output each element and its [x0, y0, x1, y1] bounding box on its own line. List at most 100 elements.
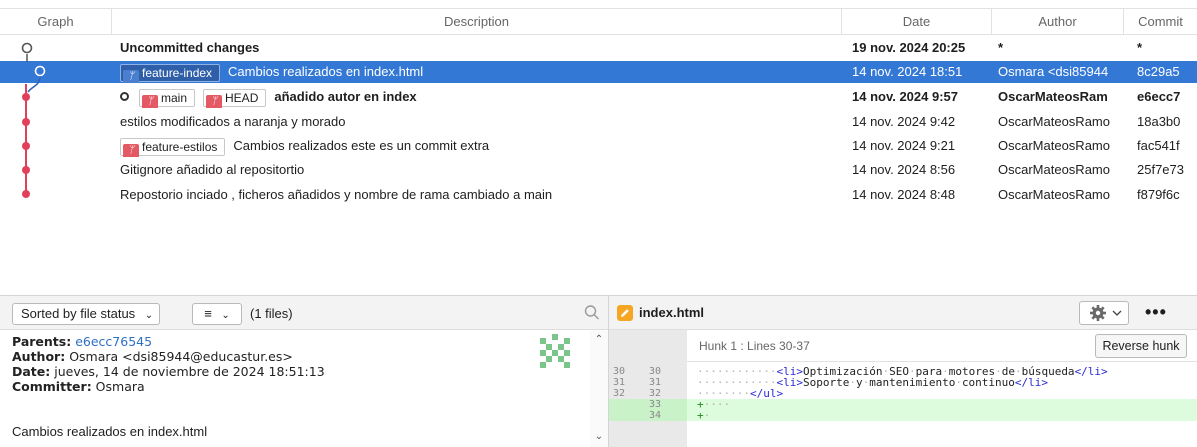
commit-author-cell: OscarMateosRamo [998, 162, 1110, 177]
commit-author-cell: Osmara <dsi85944 [998, 64, 1109, 79]
scroll-down-icon[interactable]: ⌄ [590, 431, 608, 442]
reverse-hunk-button[interactable]: Reverse hunk [1095, 334, 1187, 358]
commit-hash-cell: * [1137, 40, 1143, 55]
old-line-number: 30 [613, 366, 626, 377]
commit-description-cell: estilos modificados a naranja y morado [120, 111, 830, 133]
commit-message-text: Cambios realizados este es un commit ext… [233, 138, 490, 153]
commit-description-cell: Gitignore añadido al repositortio [120, 159, 830, 181]
branch-tag[interactable]: ᛘ feature-index [120, 63, 221, 83]
head-indicator-icon [120, 92, 129, 101]
commit-row[interactable]: Gitignore añadido al repositortio 14 nov.… [0, 159, 1197, 181]
details-scrollbar[interactable]: ⌃ ⌄ [590, 330, 608, 447]
commit-author-cell: OscarMateosRamo [998, 187, 1110, 202]
new-line-number: 30 [649, 366, 662, 377]
commit-hash-cell: 18a3b0 [1137, 114, 1181, 129]
commit-author-cell: OscarMateosRam [998, 89, 1108, 104]
graph-node [22, 166, 30, 174]
commit-author-cell: OscarMateosRamo [998, 138, 1110, 153]
date-value: jueves, 14 de noviembre de 2024 18:51:13 [54, 364, 325, 379]
commit-row[interactable]: ᛘ feature-index Cambios realizados en inde… [0, 61, 1197, 83]
commit-message-text: añadido autor en index [274, 89, 417, 104]
commit-row[interactable]: Repostorio inciado , ficheros añadidos y… [0, 184, 1197, 206]
list-icon: ≡ [204, 306, 212, 321]
diff-gutter [609, 410, 687, 421]
gear-icon [1090, 305, 1106, 321]
search-icon[interactable] [584, 304, 600, 322]
graph-node [34, 65, 46, 77]
view-mode-dropdown[interactable]: ≡ ⌄ [192, 303, 242, 325]
graph-node [21, 42, 33, 54]
author-value: Osmara <dsi85944@educastur.es> [69, 349, 293, 364]
branch-tag-label: HEAD [225, 90, 259, 105]
diff-options-button[interactable] [1079, 301, 1129, 325]
graph-node [22, 190, 30, 198]
commit-message: Cambios realizados en index.html [12, 424, 208, 439]
graph-edge [27, 75, 41, 93]
commit-date-cell: 14 nov. 2024 9:57 [852, 89, 958, 104]
branch-tag-label: feature-estilos [142, 139, 218, 154]
diff-file-name: index.html [639, 305, 705, 320]
commit-date-cell: 14 nov. 2024 18:51 [852, 64, 963, 79]
column-header-author[interactable]: Author [992, 9, 1124, 35]
new-line-number: 32 [649, 388, 662, 399]
commit-hash-cell: e6ecc7 [1137, 89, 1181, 104]
branch-tag-label: main [161, 90, 188, 105]
committer-label: Committer: [12, 379, 92, 394]
commit-message-text: Cambios realizados en index.html [228, 64, 424, 79]
new-line-number: 31 [649, 377, 662, 388]
commit-description-cell: ᛘ feature-estilos Cambios realizados este … [120, 135, 830, 157]
parent-commit-link[interactable]: e6ecc76545 [75, 334, 152, 349]
old-line-number: 32 [613, 388, 626, 399]
parents-label: Parents: [12, 334, 72, 349]
graph-node [22, 93, 30, 101]
commit-hash-cell: 25f7e73 [1137, 162, 1184, 177]
commit-row[interactable]: ᛘ feature-estilos Cambios realizados este … [0, 135, 1197, 157]
commit-hash-cell: fac541f [1137, 138, 1180, 153]
commit-author-cell: OscarMateosRamo [998, 114, 1110, 129]
new-line-number: 33 [649, 399, 662, 410]
diff-pane: index.html ••• Hunk 1 : Lines 30-37 Reve… [608, 295, 1197, 447]
graph-node [22, 142, 30, 150]
commit-date-cell: 14 nov. 2024 9:42 [852, 114, 956, 129]
files-count: (1 files) [250, 306, 293, 321]
commit-message-text: Uncommitted changes [120, 40, 260, 55]
branch-tag[interactable]: ᛘ feature-estilos [120, 137, 226, 157]
commit-date-cell: 14 nov. 2024 8:56 [852, 162, 956, 177]
commit-description-cell: ᛘ main ᛘ HEAD añadido autor en index [120, 86, 830, 108]
chevron-down-icon [1112, 310, 1122, 316]
chevron-down-icon: ⌄ [221, 310, 230, 321]
branch-tag[interactable]: ᛘ main [139, 88, 196, 108]
branch-icon: ᛘ [123, 143, 139, 157]
commit-description-cell: ᛘ feature-index Cambios realizados en inde… [120, 61, 830, 83]
branch-icon: ᛘ [206, 94, 223, 108]
commit-metadata: Parents: e6ecc76545 Author: Osmara <dsi8… [12, 334, 532, 394]
commit-description-cell: Repostorio inciado , ficheros añadidos y… [120, 184, 830, 206]
diff-line-added[interactable]: 34 +· [609, 410, 1197, 421]
column-header-commit[interactable]: Commit [1124, 9, 1197, 35]
column-header-date[interactable]: Date [842, 9, 992, 35]
hunk-label: Hunk 1 : Lines 30-37 [699, 339, 810, 353]
committer-value: Osmara [95, 379, 145, 394]
commit-message-text: Gitignore añadido al repositortio [120, 162, 305, 177]
more-options-icon[interactable]: ••• [1145, 301, 1167, 323]
commit-details-pane: Sorted by file status ⌄ ≡ ⌄ (1 files) Pa… [0, 295, 608, 447]
sort-dropdown[interactable]: Sorted by file status ⌄ [12, 303, 161, 325]
commit-row[interactable]: estilos modificados a naranja y morado 14… [0, 111, 1197, 133]
chevron-down-icon: ⌄ [144, 310, 154, 321]
author-label: Author: [12, 349, 66, 364]
commit-row[interactable]: ᛘ main ᛘ HEAD añadido autor en index 14 nov. … [0, 86, 1197, 108]
diff-code-text: +· [697, 409, 711, 422]
commit-author-cell: * [998, 40, 1004, 55]
details-toolbar: Sorted by file status ⌄ ≡ ⌄ (1 files) [0, 296, 608, 330]
commit-row[interactable]: Uncommitted changes 19 nov. 2024 20:25 * * [0, 37, 1197, 59]
branch-icon: ᛘ [142, 94, 158, 108]
commit-message-text: Repostorio inciado , ficheros añadidos y… [120, 187, 553, 202]
commit-message-text: estilos modificados a naranja y morado [120, 114, 346, 129]
date-label: Date: [12, 364, 51, 379]
branch-tag[interactable]: ᛘ HEAD [203, 88, 267, 108]
hunk-header: Hunk 1 : Lines 30-37 Reverse hunk [687, 330, 1197, 362]
commit-date-cell: 14 nov. 2024 8:48 [852, 187, 956, 202]
scroll-up-icon[interactable]: ⌃ [590, 334, 608, 345]
new-line-number: 34 [649, 410, 662, 421]
column-header-description[interactable]: Description [112, 9, 842, 35]
